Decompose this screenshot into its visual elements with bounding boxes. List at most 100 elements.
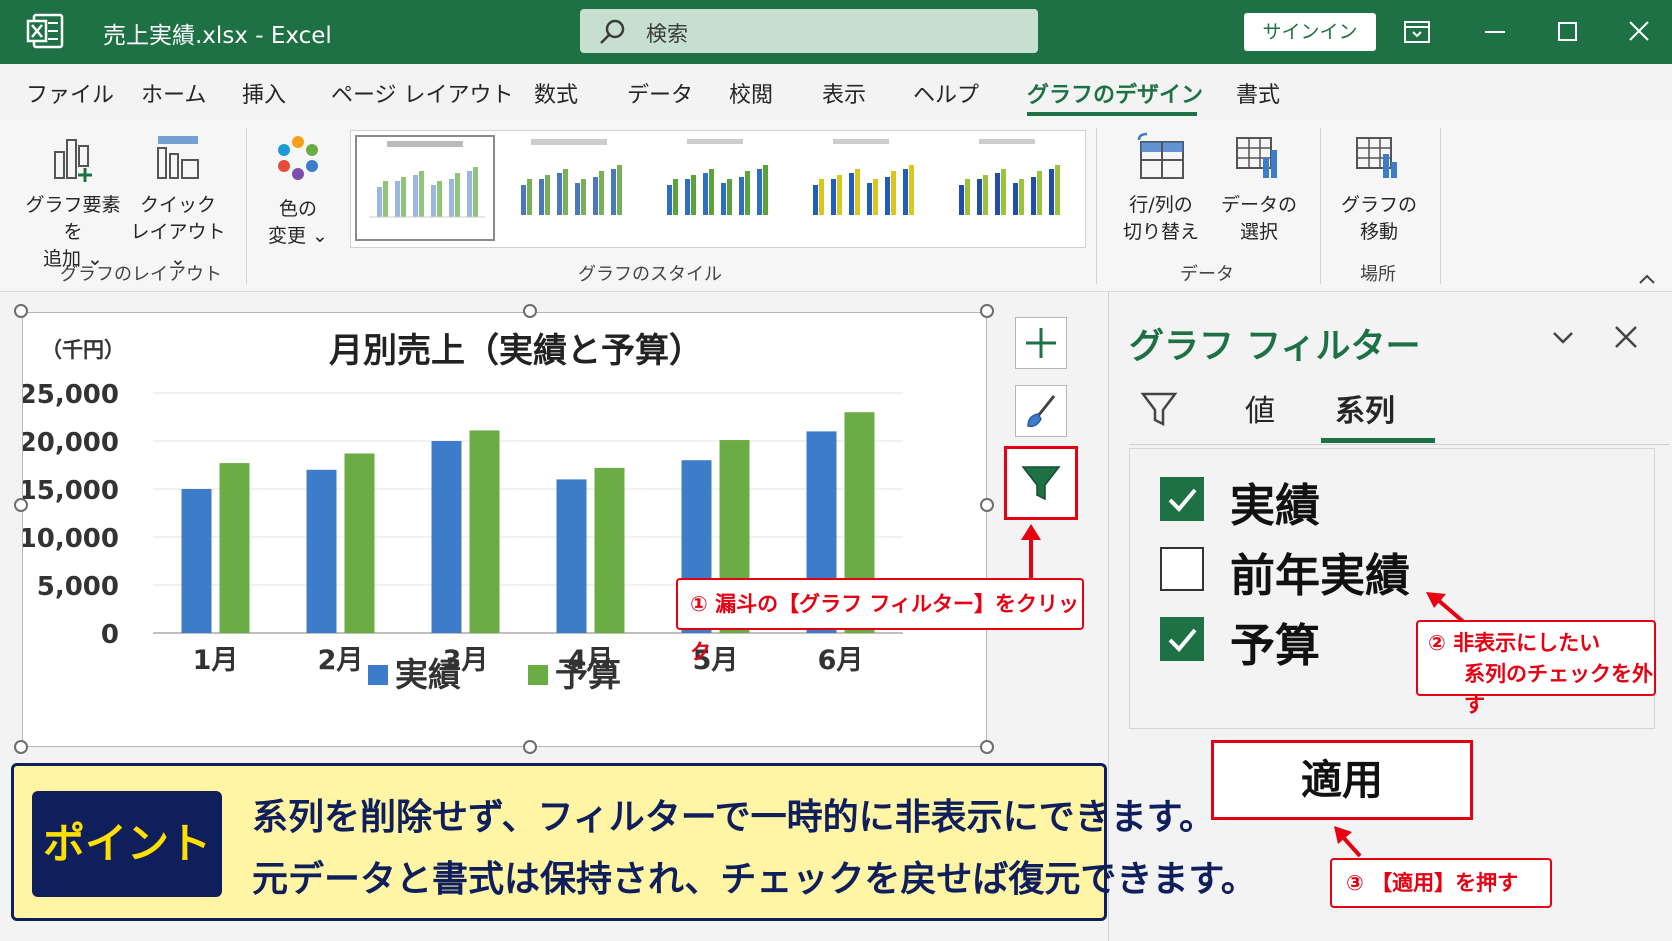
search-box[interactable]: 検索 — [580, 9, 1038, 53]
tab-view[interactable]: 表示 — [822, 77, 866, 109]
tab-insert[interactable]: 挿入 — [242, 77, 286, 109]
ribbon-separator — [1440, 128, 1441, 284]
tab-chart-design[interactable]: グラフのデザイン — [1027, 77, 1203, 109]
legend-label: 予算 — [555, 655, 621, 694]
quick-layout-icon — [157, 136, 199, 179]
tab-help[interactable]: ヘルプ — [913, 77, 979, 109]
chart-elements-button[interactable] — [1015, 317, 1067, 369]
select-data-button[interactable]: データの 選択 — [1216, 132, 1302, 246]
chart-style-thumbnail[interactable] — [939, 135, 1079, 241]
window-title: 売上実績.xlsx - Excel — [103, 23, 332, 49]
chart-filter-pane: グラフ フィルター 値 系列 実績 前年実績 予算 適用 — [1108, 292, 1672, 941]
resize-handle[interactable] — [14, 740, 28, 754]
resize-handle[interactable] — [523, 304, 537, 318]
tab-series[interactable]: 系列 — [1335, 386, 1395, 430]
select-data-icon — [1236, 137, 1277, 178]
change-colors-label-2: 変更 ⌄ — [268, 225, 328, 247]
signin-button[interactable]: サインイン — [1244, 13, 1376, 51]
ribbon-tabs: ファイル ホーム 挿入 ページ レイアウト 数式 データ 校閲 表示 ヘルプ グ… — [0, 64, 1672, 120]
tab-file[interactable]: ファイル — [26, 77, 114, 109]
x-tick-label: 1月 — [193, 645, 239, 676]
ribbon-body: グラフ要素を 追加 ⌄ クイック レイアウト ⌄ グラフのレイアウト 色の 変更… — [0, 120, 1672, 292]
chart-area[interactable]: （千円） 月別売上（実績と予算） 25,000 20,000 15,000 10,00… — [19, 312, 987, 747]
tab-formulas[interactable]: 数式 — [534, 77, 578, 109]
bar-実績-1月 — [181, 489, 212, 633]
chart-style-thumbnail[interactable] — [647, 135, 787, 241]
apply-button[interactable]: 適用 — [1211, 740, 1473, 820]
resize-handle[interactable] — [14, 498, 28, 512]
series-label-prev-year: 前年実績 — [1230, 549, 1411, 602]
resize-handle[interactable] — [14, 304, 28, 318]
style-4-preview-icon — [813, 139, 914, 215]
ribbon-separator — [1320, 128, 1321, 284]
move-chart-icon — [1356, 137, 1397, 178]
palette-icon — [278, 136, 318, 180]
chart-filters-button[interactable] — [1004, 446, 1078, 520]
move-chart-label-2: 移動 — [1359, 221, 1398, 243]
maximize-icon[interactable] — [1550, 16, 1584, 48]
change-colors-button[interactable]: 色の 変更 ⌄ — [258, 132, 338, 250]
group-label-location: 場所 — [1360, 264, 1396, 285]
y-tick-label: 5,000 — [37, 572, 119, 602]
tab-data[interactable]: データ — [627, 77, 693, 109]
legend-swatch — [368, 665, 388, 685]
bar-実績-2月 — [306, 469, 337, 633]
change-colors-label-1: 色の — [278, 198, 317, 220]
chart-style-thumbnail[interactable] — [501, 135, 641, 241]
tab-review[interactable]: 校閲 — [729, 77, 773, 109]
bar-実績-4月 — [556, 479, 587, 633]
style-1-preview-icon — [369, 141, 485, 218]
resize-handle[interactable] — [980, 740, 994, 754]
chart-unit-label: （千円） — [41, 338, 125, 362]
checkbox-series-budget[interactable] — [1160, 617, 1204, 661]
x-tick-label: 2月 — [318, 645, 364, 676]
callout-step2-line1: ② 非表示にしたい — [1428, 631, 1601, 655]
funnel-tab-icon[interactable] — [1139, 388, 1179, 428]
chevron-down-icon[interactable] — [1549, 328, 1577, 348]
plus-icon — [1026, 328, 1056, 358]
switch-row-column-label-2: 切り替え — [1122, 221, 1199, 243]
resize-handle[interactable] — [980, 498, 994, 512]
callout-step2: ② 非表示にしたい 系列のチェックを外す — [1416, 620, 1656, 717]
series-label-actual: 実績 — [1230, 479, 1321, 532]
checkbox-series-actual[interactable] — [1160, 477, 1204, 521]
add-chart-element-icon — [54, 139, 92, 182]
add-chart-element-button[interactable]: グラフ要素を 追加 ⌄ — [18, 132, 128, 273]
column-chart: （千円） 月別売上（実績と予算） 25,000 20,000 15,000 10,00… — [19, 331, 903, 694]
excel-logo-icon — [26, 13, 64, 49]
resize-handle[interactable] — [523, 740, 537, 754]
funnel-icon — [1017, 459, 1065, 507]
close-pane-icon[interactable] — [1611, 322, 1641, 352]
tab-home[interactable]: ホーム — [141, 77, 206, 109]
point-line-2: 元データと書式は保持され、チェックを戻せば復元できます。 — [252, 859, 1257, 900]
chart-styles-button[interactable] — [1015, 385, 1067, 437]
resize-handle[interactable] — [980, 304, 994, 318]
y-tick-label: 25,000 — [23, 380, 119, 410]
tab-format[interactable]: 書式 — [1236, 77, 1280, 109]
x-tick-label: 6月 — [818, 645, 864, 676]
ribbon-display-options-icon[interactable] — [1400, 16, 1434, 48]
callout-step1: ① 漏斗の【グラフ フィルター】をクリック — [676, 578, 1084, 664]
pane-tabs-divider — [1129, 444, 1669, 445]
collapse-ribbon-icon[interactable] — [1637, 272, 1657, 286]
tab-values[interactable]: 値 — [1245, 386, 1275, 430]
bar-実績-3月 — [431, 441, 462, 633]
bar-予算-3月 — [469, 430, 500, 633]
checkmark-icon — [1168, 488, 1197, 512]
chart-style-thumbnail[interactable] — [793, 135, 933, 241]
quick-layout-button[interactable]: クイック レイアウト ⌄ — [128, 132, 228, 273]
close-window-icon[interactable] — [1622, 16, 1656, 48]
chart-style-thumbnail[interactable] — [355, 135, 495, 241]
chart-title: 月別売上（実績と予算） — [329, 331, 703, 371]
bar-予算-2月 — [344, 453, 375, 633]
y-tick-label: 10,000 — [23, 524, 119, 554]
switch-row-column-button[interactable]: 行/列の 切り替え — [1118, 132, 1204, 246]
tab-page-layout[interactable]: ページ レイアウト — [331, 77, 514, 109]
minimize-icon[interactable] — [1478, 16, 1512, 48]
select-data-label-2: 選択 — [1239, 221, 1278, 243]
checkbox-series-prev-year[interactable] — [1160, 547, 1204, 591]
move-chart-button[interactable]: グラフの 移動 — [1334, 132, 1424, 246]
bar-予算-1月 — [219, 463, 250, 633]
group-label-style: グラフのスタイル — [578, 264, 722, 285]
paintbrush-icon — [1027, 395, 1056, 428]
